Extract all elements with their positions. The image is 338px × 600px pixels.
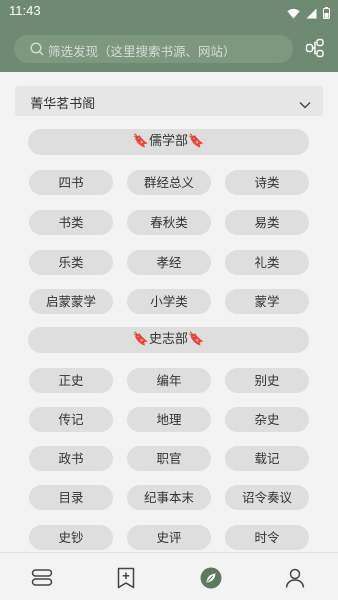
category-chip[interactable]: 编年 xyxy=(127,368,211,393)
battery-icon xyxy=(323,4,330,23)
category-chip[interactable]: 载记 xyxy=(225,446,309,471)
explore-content: 菁华茗书阁 🔖儒学部🔖 四书 群经总义 诗类 书类 春秋类 易类 乐类 孝经 礼… xyxy=(0,72,338,552)
category-chip[interactable]: 四书 xyxy=(29,170,113,195)
category-chip[interactable]: 乐类 xyxy=(29,250,113,275)
category-chip[interactable]: 诗类 xyxy=(225,170,309,195)
category-chip[interactable]: 蒙学 xyxy=(225,289,309,314)
bookshelf-icon[interactable] xyxy=(30,566,54,590)
bottom-navigation xyxy=(0,552,338,600)
category-chip[interactable]: 群经总义 xyxy=(127,170,211,195)
status-icons xyxy=(287,4,330,23)
category-chip[interactable]: 政书 xyxy=(29,446,113,471)
category-chip[interactable]: 纪事本末 xyxy=(127,485,211,510)
category-chip[interactable]: 史钞 xyxy=(29,525,113,550)
category-chip[interactable]: 地理 xyxy=(127,407,211,432)
category-chip[interactable]: 易类 xyxy=(225,210,309,235)
search-placeholder: 筛选发现（这里搜索书源、网站） xyxy=(48,44,236,59)
status-time: 11:43 xyxy=(9,3,41,18)
category-chip[interactable]: 传记 xyxy=(29,407,113,432)
category-chip[interactable]: 时令 xyxy=(225,525,309,550)
category-chip[interactable]: 目录 xyxy=(29,485,113,510)
category-chip[interactable]: 杂史 xyxy=(225,407,309,432)
search-input[interactable]: 筛选发现（这里搜索书源、网站） xyxy=(14,35,293,63)
wifi-icon xyxy=(287,4,300,23)
category-chip[interactable]: 史评 xyxy=(127,525,211,550)
explore-icon[interactable] xyxy=(199,566,223,590)
category-chip[interactable]: 诏令奏议 xyxy=(225,485,309,510)
subscription-icon[interactable] xyxy=(114,566,138,590)
category-chip[interactable]: 书类 xyxy=(29,210,113,235)
app-header: 11:43 筛选发现（这里搜索书源、网站） xyxy=(0,0,338,72)
source-dropdown[interactable]: 菁华茗书阁 xyxy=(15,86,323,116)
status-bar: 11:43 xyxy=(0,0,338,24)
category-chip[interactable]: 礼类 xyxy=(225,250,309,275)
search-icon xyxy=(30,41,44,60)
source-dropdown-label: 菁华茗书阁 xyxy=(29,97,96,112)
category-chip[interactable]: 春秋类 xyxy=(127,210,211,235)
section-header-history[interactable]: 🔖史志部🔖 xyxy=(28,327,309,353)
category-chip[interactable]: 职官 xyxy=(127,446,211,471)
category-chip[interactable]: 正史 xyxy=(29,368,113,393)
chevron-down-icon xyxy=(299,95,311,114)
category-chip[interactable]: 小学类 xyxy=(127,289,211,314)
signal-icon xyxy=(306,4,317,23)
category-chip[interactable]: 启蒙蒙学 xyxy=(29,289,113,314)
group-filter-icon[interactable] xyxy=(305,38,325,62)
category-chip[interactable]: 孝经 xyxy=(127,250,211,275)
category-chip[interactable]: 别史 xyxy=(225,368,309,393)
profile-icon[interactable] xyxy=(283,566,307,590)
section-header-confucian[interactable]: 🔖儒学部🔖 xyxy=(28,129,309,155)
